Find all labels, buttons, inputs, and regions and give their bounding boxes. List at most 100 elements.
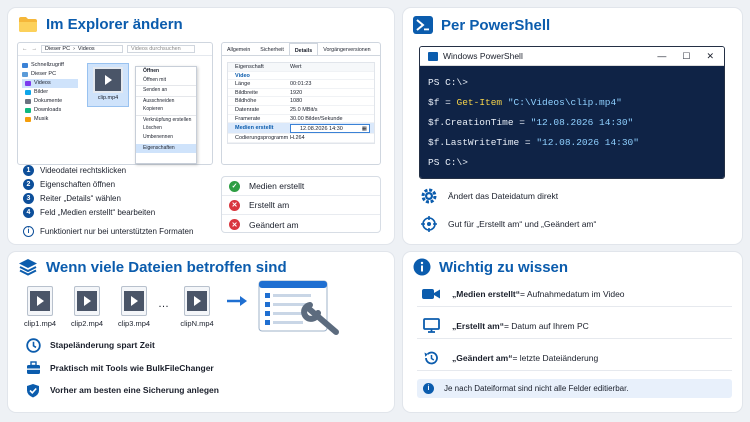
maximize-icon[interactable]: ☐	[682, 51, 690, 62]
steps-list: 1 Videodatei rechtsklicken 2 Eigenschaften…	[23, 163, 155, 219]
powershell-icon	[428, 51, 438, 61]
tree-item-this-pc[interactable]: Dieser PC	[22, 70, 78, 79]
step-item: 1 Videodatei rechtsklicken	[23, 163, 155, 177]
panel-title-text: Per PowerShell	[441, 16, 551, 34]
file-item[interactable]: clipN.mp4	[180, 286, 214, 328]
step-item: 4 Feld „Medien erstellt“ bearbeiten	[23, 205, 155, 219]
window-title: Windows PowerShell	[443, 51, 523, 61]
path-segment: Videos	[77, 46, 95, 52]
table-row: Bildbreite 1920	[228, 89, 374, 98]
status-row-media-created: ✓ Medien erstellt	[222, 177, 380, 196]
explorer-note: i Funktioniert nur bei unterstützten For…	[23, 224, 193, 238]
powershell-window: Windows PowerShell — ☐ ✕ PS C:\> $f = Ge…	[419, 46, 725, 179]
tab-details[interactable]: Details	[288, 43, 319, 55]
properties-tabs: Allgemein Sicherheit Details Vorgängerve…	[222, 43, 380, 56]
minimize-icon[interactable]: —	[657, 51, 666, 62]
back-arrow-icon[interactable]: ←	[22, 46, 28, 52]
info-icon: i	[423, 383, 434, 394]
menu-item-open-with[interactable]: Öffnen mit	[136, 76, 196, 85]
console-output[interactable]: PS C:\> $f = Get-Item "C:\Videos\clip.mp…	[420, 66, 724, 178]
window-titlebar: Windows PowerShell — ☐ ✕	[420, 47, 724, 66]
file-item[interactable]: clip2.mp4	[70, 286, 104, 328]
file-item[interactable]: clip1.mp4	[23, 286, 57, 328]
menu-item-create-shortcut[interactable]: Verknüpfung erstellen	[136, 116, 196, 125]
nav-tree: Schnellzugriff Dieser PC Videos Bilder D…	[22, 61, 78, 124]
info-row: „Medien erstellt“ = Aufnahmedatum im Vid…	[417, 281, 732, 307]
table-header: Eigenschaft Wert	[228, 63, 374, 72]
info-icon	[413, 258, 431, 276]
info-row: „Geändert am“ = letzte Dateiänderung	[417, 345, 732, 371]
target-icon	[419, 215, 439, 233]
tab-general[interactable]: Allgemein	[222, 43, 255, 55]
table-row: Länge 00:01:23	[228, 80, 374, 89]
table-row: Bildhöhe 1080	[228, 97, 374, 106]
table-row: Framerate 30.00 Bilder/Sekunde	[228, 115, 374, 124]
feature-item: Ändert das Dateidatum direkt	[419, 184, 558, 208]
menu-item-send-to[interactable]: Senden an	[136, 86, 196, 95]
tab-previous-versions[interactable]: Vorgängerversionen	[318, 43, 375, 55]
file-name-label: clip.mp4	[97, 95, 119, 101]
feature-item: Gut für „Erstellt am“ und „Geändert am“	[419, 212, 596, 236]
panel-title-text: Wenn viele Dateien betroffen sind	[46, 258, 287, 276]
video-file-icon	[184, 286, 210, 316]
pictures-folder-icon	[25, 90, 31, 95]
layers-icon	[18, 258, 38, 276]
table-row: Codierungsprogramm H.264	[228, 134, 374, 143]
field-status-box: ✓ Medien erstellt ✕ Erstellt am ✕ Geände…	[221, 176, 381, 233]
info-panel-title: Wichtig zu wissen	[413, 258, 568, 276]
music-folder-icon	[25, 117, 31, 122]
address-path[interactable]: Dieser PC › Videos	[41, 45, 123, 53]
console-line: $f.CreationTime = "12.08.2026 14:30"	[428, 117, 634, 128]
context-menu: Öffnen Öffnen mit Senden an Ausschneiden…	[135, 66, 197, 164]
column-header: Wert	[290, 64, 302, 70]
downloads-folder-icon	[25, 108, 31, 113]
clock-icon	[25, 337, 41, 353]
tree-item-videos[interactable]: Videos	[22, 79, 78, 88]
calendar-icon[interactable]: ▦	[362, 125, 369, 132]
window-controls: — ☐ ✕	[657, 51, 724, 62]
forward-arrow-icon[interactable]: →	[32, 46, 38, 52]
gear-icon	[419, 187, 439, 205]
explorer-panel-title: Im Explorer ändern	[18, 16, 183, 33]
video-thumbnail-icon	[93, 67, 123, 93]
tree-item-pictures[interactable]: Bilder	[22, 88, 78, 97]
media-created-input[interactable]: 12.08.2026 14:30 ▦	[290, 124, 370, 134]
computer-icon	[22, 72, 28, 77]
file-tile-selected[interactable]: clip.mp4	[87, 63, 129, 107]
star-icon	[22, 63, 28, 68]
file-item[interactable]: clip3.mp4	[117, 286, 151, 328]
panel-title-text: Im Explorer ändern	[46, 16, 183, 33]
cross-icon: ✕	[229, 199, 240, 211]
menu-item-cut[interactable]: Ausschneiden	[136, 97, 196, 106]
column-header: Eigenschaft	[235, 64, 264, 70]
tree-item-music[interactable]: Musik	[22, 115, 78, 124]
video-folder-icon	[25, 81, 31, 86]
tab-security[interactable]: Sicherheit	[255, 43, 289, 55]
cross-icon: ✕	[229, 219, 240, 230]
menu-item-properties[interactable]: Eigenschaften	[136, 144, 196, 153]
console-line: $f.LastWriteTime = "12.08.2026 14:30"	[428, 137, 639, 148]
ellipsis: …	[158, 298, 169, 310]
group-heading: Video	[228, 72, 374, 81]
properties-table: Eigenschaft Wert Video Länge 00:01:23 Bil…	[227, 62, 375, 144]
table-row-media-created: Medien erstellt 12.08.2026 14:30 ▦	[228, 123, 374, 135]
tree-item-documents[interactable]: Dokumente	[22, 97, 78, 106]
status-row-modified: ✕ Geändert am	[222, 215, 380, 234]
video-file-icon	[27, 286, 53, 316]
menu-item-delete[interactable]: Löschen	[136, 124, 196, 133]
menu-item-copy[interactable]: Kopieren	[136, 105, 196, 114]
path-segment: Dieser PC	[45, 46, 71, 52]
monitor-icon	[421, 318, 441, 333]
search-input[interactable]: Videos durchsuchen	[127, 45, 195, 53]
table-row: Datenrate 25.0 MBit/s	[228, 106, 374, 115]
tree-item-downloads[interactable]: Downloads	[22, 106, 78, 115]
close-icon[interactable]: ✕	[706, 51, 714, 62]
address-bar: ← → Dieser PC › Videos Videos durchsuchen	[18, 43, 212, 56]
step-item: 3 Reiter „Details“ wählen	[23, 191, 155, 205]
menu-item-rename[interactable]: Umbenennen	[136, 133, 196, 142]
powershell-panel-title: Per PowerShell	[413, 16, 550, 34]
tree-item-quick-access[interactable]: Schnellzugriff	[22, 61, 78, 70]
shield-check-icon	[25, 383, 41, 398]
bullet-item: Praktisch mit Tools wie BulkFileChanger	[25, 359, 214, 377]
menu-item-open[interactable]: Öffnen	[136, 67, 196, 76]
